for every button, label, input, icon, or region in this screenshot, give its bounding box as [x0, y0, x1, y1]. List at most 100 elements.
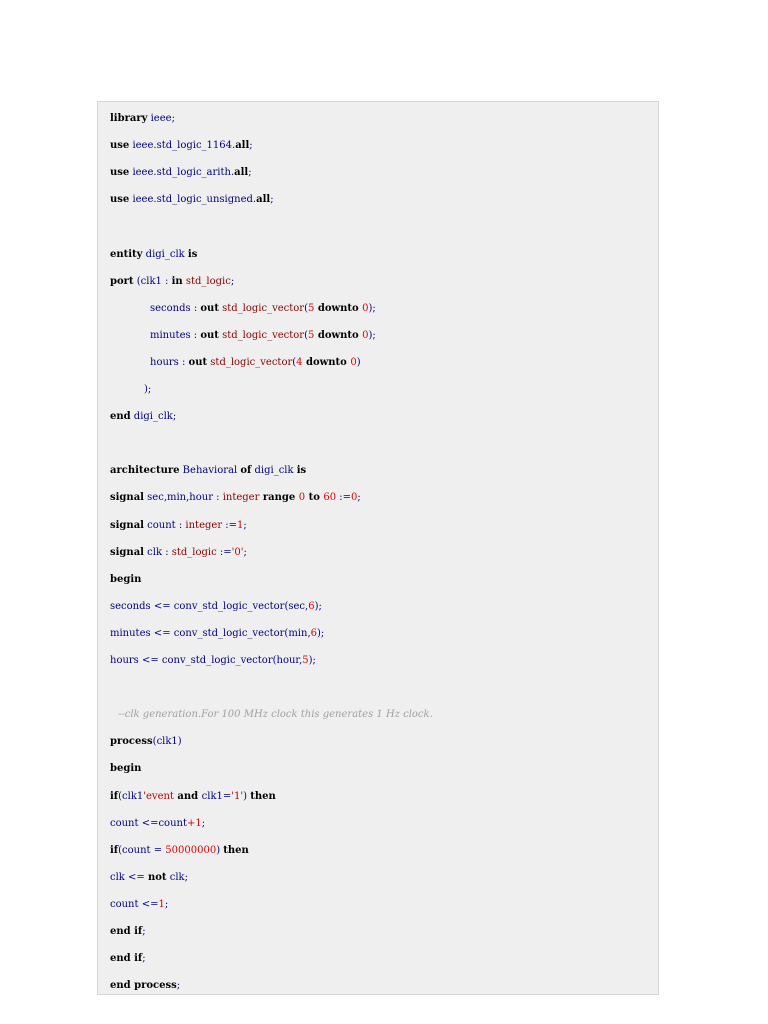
code-token: integer: [222, 492, 260, 503]
code-token: std_logic: [171, 547, 217, 558]
code-token: then: [250, 791, 276, 802]
code-token: and: [173, 791, 202, 802]
code-token: to: [305, 492, 324, 503]
code-token: 'event: [143, 791, 174, 802]
code-token: ;: [230, 276, 235, 287]
code-token: begin: [110, 763, 142, 774]
code-token: +1: [186, 818, 202, 829]
code-token: ;: [357, 492, 361, 503]
code-token: architecture: [110, 465, 180, 476]
code-token: end: [110, 411, 131, 422]
code-token: downto: [314, 330, 363, 341]
code-token: sec,: [288, 601, 309, 612]
code-token: ;: [176, 980, 181, 991]
code-token: ;: [164, 899, 169, 910]
code-token: ;: [243, 520, 247, 531]
code-token: all: [256, 194, 271, 205]
code-token: ;: [142, 926, 146, 937]
code-token: std_logic_vector: [218, 303, 305, 314]
code-token: std_logic: [182, 276, 231, 287]
code-token: count <=: [110, 899, 159, 910]
code-token: digi_clk: [130, 411, 173, 422]
code-token: integer: [185, 520, 223, 531]
code-token: --clk generation.For 100 MHz clock this …: [118, 709, 433, 720]
code-line: signal count : integer :=1;: [110, 519, 247, 533]
code-token: count :: [143, 520, 186, 531]
code-token: end process: [110, 980, 177, 991]
code-token: ;: [243, 547, 247, 558]
code-token: ;: [172, 411, 177, 422]
code-line: end if;: [110, 925, 146, 939]
code-token: std_logic_vector: [207, 357, 293, 368]
code-token: clk1 :: [140, 276, 172, 287]
code-token: );: [144, 384, 152, 395]
code-line: end process;: [110, 979, 180, 993]
code-line: port (clk1 : in std_logic;: [110, 275, 234, 289]
code-token: clk1: [122, 791, 144, 802]
code-token: signal: [110, 547, 144, 558]
code-token: Behavioral: [179, 465, 241, 476]
code-token: out: [200, 330, 219, 341]
code-line: minutes <= conv_std_logic_vector(min,6);: [110, 627, 324, 641]
code-token: );: [368, 330, 376, 341]
code-line: clk <= not clk;: [110, 871, 188, 885]
code-token: port: [110, 276, 134, 287]
code-token: min,: [288, 628, 311, 639]
code-line: signal sec,min,hour : integer range 0 to…: [110, 491, 361, 505]
code-token: ieee: [147, 113, 172, 124]
code-line: hours <= conv_std_logic_vector(hour,5);: [110, 654, 316, 668]
code-line: entity digi_clk is: [110, 248, 197, 262]
code-token: ;: [249, 140, 253, 151]
code-line: --clk generation.For 100 MHz clock this …: [118, 708, 433, 722]
code-token: in: [171, 276, 183, 287]
code-line: use ieee.std_logic_1164.all;: [110, 139, 253, 153]
code-token: 60: [323, 492, 337, 503]
code-token: ;: [171, 113, 175, 124]
code-token: signal: [110, 492, 144, 503]
code-token: 50000000: [165, 845, 217, 856]
code-line: count <=1;: [110, 898, 168, 912]
code-token: of: [240, 465, 252, 476]
code-token: downto: [302, 357, 351, 368]
code-token: clk1=: [201, 791, 232, 802]
code-token: );: [314, 601, 322, 612]
code-token: count =: [122, 845, 166, 856]
code-token: :=: [216, 547, 232, 558]
code-token: ieee.std_logic_unsigned.: [129, 194, 257, 205]
code-line: count <=count+1;: [110, 817, 205, 831]
code-token: (: [133, 276, 141, 287]
code-token: ;: [270, 194, 274, 205]
code-line: seconds : out std_logic_vector(5 downto …: [150, 302, 376, 316]
code-line: begin: [110, 573, 141, 587]
code-token: if: [110, 791, 119, 802]
code-token: :=: [222, 520, 238, 531]
code-token: hour,: [276, 655, 303, 666]
code-line: use ieee.std_logic_unsigned.all;: [110, 193, 274, 207]
code-token: use: [110, 140, 130, 151]
code-line: minutes : out std_logic_vector(5 downto …: [150, 329, 376, 343]
code-token: is: [296, 465, 307, 476]
code-token: signal: [110, 520, 144, 531]
code-line: architecture Behavioral of digi_clk is: [110, 464, 306, 478]
code-token: minutes :: [150, 330, 201, 341]
code-token: std_logic_vector: [218, 330, 305, 341]
code-token: ieee.std_logic_1164.: [129, 140, 236, 151]
code-line: use ieee.std_logic_arith.all;: [110, 166, 252, 180]
code-token: clk <=: [110, 872, 148, 883]
code-token: ;: [201, 818, 206, 829]
code-token: range: [259, 492, 299, 503]
code-token: sec,min,hour :: [143, 492, 223, 503]
code-token: '1': [231, 791, 244, 802]
code-token: ): [356, 357, 361, 368]
code-token: seconds :: [150, 303, 201, 314]
code-token: if: [110, 845, 119, 856]
code-token: clk: [166, 872, 185, 883]
code-block: library ieee; use ieee.std_logic_1164.all…: [97, 101, 659, 995]
code-token: count <=count: [110, 818, 187, 829]
code-token: ): [177, 736, 182, 747]
code-line: seconds <= conv_std_logic_vector(sec,6);: [110, 600, 322, 614]
code-token: library: [110, 113, 148, 124]
code-line: hours : out std_logic_vector(4 downto 0): [150, 356, 361, 370]
code-token: );: [368, 303, 376, 314]
code-token: hours :: [150, 357, 189, 368]
